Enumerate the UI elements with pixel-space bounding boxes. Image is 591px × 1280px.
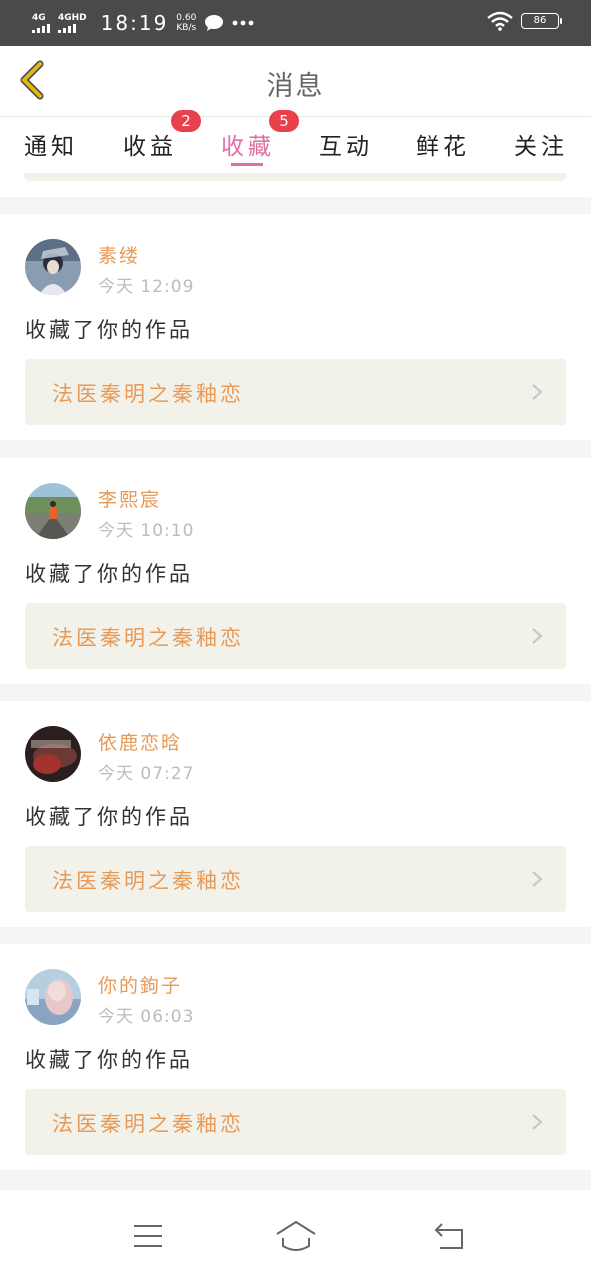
- active-tab-indicator: [231, 163, 263, 166]
- list-item: 李熙宸 今天 10:10 收藏了你的作品 法医秦明之秦釉恋: [0, 458, 591, 684]
- net-speed: 0.60 KB/s: [176, 13, 196, 33]
- work-link[interactable]: 法医秦明之秦釉恋: [25, 1089, 566, 1155]
- chevron-right-icon: [532, 1114, 543, 1130]
- user-name[interactable]: 李熙宸: [98, 485, 161, 512]
- work-title: 法医秦明之秦釉恋: [52, 626, 244, 650]
- avatar[interactable]: [25, 969, 81, 1025]
- user-name[interactable]: 素缕: [98, 241, 140, 268]
- network-type-2: 4GHD: [58, 13, 87, 23]
- tab-earnings[interactable]: 收益: [123, 127, 177, 161]
- action-text: 收藏了你的作品: [25, 805, 193, 829]
- menu-icon[interactable]: [124, 1218, 172, 1254]
- timestamp: 今天 10:10: [98, 521, 195, 541]
- avatar[interactable]: [25, 726, 81, 782]
- previous-card-remnant: [0, 173, 591, 197]
- signal-bars-icon: [58, 23, 76, 33]
- clock: 18:19: [100, 11, 169, 35]
- list-item: 你的鉤子 今天 06:03 收藏了你的作品 法医秦明之秦釉恋: [0, 944, 591, 1170]
- work-link[interactable]: 法医秦明之秦釉恋: [25, 359, 566, 425]
- action-text: 收藏了你的作品: [25, 318, 193, 342]
- net-speed-unit: KB/s: [176, 23, 197, 33]
- timestamp: 今天 12:09: [98, 277, 195, 297]
- chat-bubble-icon: [205, 15, 224, 31]
- home-icon[interactable]: [272, 1218, 320, 1254]
- timestamp: 今天 07:27: [98, 764, 195, 784]
- signal-sim2: 4GHD: [58, 13, 87, 33]
- net-speed-value: 0.60: [176, 13, 197, 23]
- tab-interactions[interactable]: 互动: [319, 127, 373, 161]
- tab-notifications[interactable]: 通知: [24, 127, 78, 161]
- work-title: 法医秦明之秦釉恋: [52, 382, 244, 406]
- chevron-right-icon: [532, 628, 543, 644]
- battery-indicator: 86: [521, 13, 562, 29]
- tab-favorites[interactable]: 收藏: [221, 127, 275, 161]
- list-item: 素缕 今天 12:09 收藏了你的作品 法医秦明之秦釉恋: [0, 214, 591, 440]
- work-link[interactable]: 法医秦明之秦釉恋: [25, 603, 566, 669]
- work-title: 法医秦明之秦釉恋: [52, 869, 244, 893]
- list-item: 依鹿恋晗 今天 07:27 收藏了你的作品 法医秦明之秦釉恋: [0, 701, 591, 927]
- user-name[interactable]: 依鹿恋晗: [98, 728, 182, 755]
- network-type-1: 4G: [32, 13, 46, 23]
- tab-flowers[interactable]: 鲜花: [416, 127, 470, 161]
- earnings-badge: 2: [171, 110, 201, 132]
- favorites-badge: 5: [269, 110, 299, 132]
- signal-bars-icon: [32, 23, 50, 33]
- wifi-icon: [487, 11, 513, 31]
- app-header: 消息: [0, 46, 591, 117]
- action-text: 收藏了你的作品: [25, 1048, 193, 1072]
- user-name[interactable]: 你的鉤子: [98, 971, 182, 998]
- action-text: 收藏了你的作品: [25, 562, 193, 586]
- more-dots-icon: [232, 20, 254, 26]
- work-link[interactable]: 法医秦明之秦釉恋: [25, 846, 566, 912]
- status-bar: 4G 4GHD 18:19 0.60 KB/s 86: [0, 0, 591, 46]
- system-nav-bar: [0, 1190, 591, 1280]
- tab-follows[interactable]: 关注: [514, 127, 568, 161]
- page-title: 消息: [266, 71, 325, 102]
- avatar[interactable]: [25, 483, 81, 539]
- signal-sim1: 4G: [32, 13, 50, 33]
- back-icon[interactable]: [426, 1218, 474, 1254]
- chevron-right-icon: [532, 384, 543, 400]
- work-title: 法医秦明之秦釉恋: [52, 1112, 244, 1136]
- chevron-right-icon: [532, 871, 543, 887]
- timestamp: 今天 06:03: [98, 1007, 195, 1027]
- avatar[interactable]: [25, 239, 81, 295]
